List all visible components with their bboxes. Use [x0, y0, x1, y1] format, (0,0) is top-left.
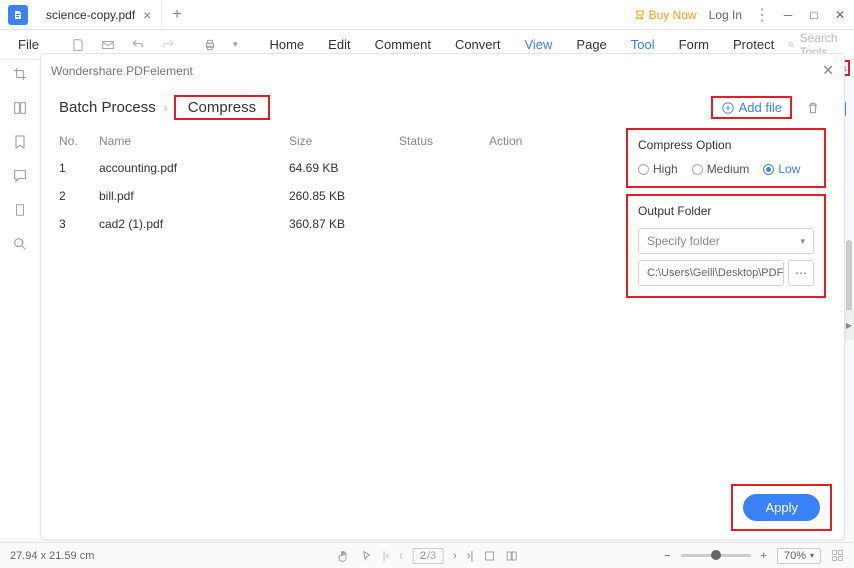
- document-tab[interactable]: science-copy.pdf ×: [36, 0, 162, 29]
- modal-title: Wondershare PDFelement: [51, 64, 193, 78]
- file-table: No. Name Size Status Action 1 accounting…: [59, 128, 608, 483]
- last-page-icon[interactable]: ›|: [467, 550, 474, 562]
- output-folder-label: Output Folder: [638, 204, 814, 218]
- zoom-in-icon[interactable]: +: [761, 550, 767, 562]
- attachment-icon[interactable]: [13, 202, 27, 218]
- menu-comment[interactable]: Comment: [365, 37, 441, 52]
- prev-page-icon[interactable]: ‹: [399, 550, 403, 562]
- crop-tool-icon[interactable]: [12, 66, 28, 82]
- menu-file[interactable]: File: [8, 37, 49, 52]
- hand-tool-icon[interactable]: [337, 549, 351, 563]
- compress-tab[interactable]: Compress: [174, 95, 270, 120]
- tab-close-icon[interactable]: ×: [143, 7, 151, 23]
- chevron-right-icon: ›: [164, 101, 168, 115]
- page-number-input[interactable]: 2 /3: [413, 548, 443, 564]
- chevron-down-icon: ▾: [810, 551, 814, 560]
- cart-icon: [633, 9, 645, 21]
- folder-mode-dropdown[interactable]: Specify folder ▾: [638, 228, 814, 254]
- search-panel-icon[interactable]: [12, 236, 28, 252]
- menu-edit[interactable]: Edit: [318, 37, 360, 52]
- comment-icon[interactable]: [12, 168, 28, 184]
- modal-close-icon[interactable]: ✕: [822, 62, 834, 79]
- redo-icon[interactable]: [155, 38, 181, 52]
- app-icon: [8, 5, 28, 25]
- view-mode-2-icon[interactable]: [505, 550, 517, 562]
- col-action: Action: [489, 134, 549, 148]
- expand-handle[interactable]: ▶: [844, 310, 854, 340]
- save-icon[interactable]: [65, 38, 91, 52]
- col-status: Status: [399, 134, 489, 148]
- minimize-button[interactable]: ─: [782, 8, 794, 22]
- menu-protect[interactable]: Protect: [723, 37, 784, 52]
- col-size: Size: [289, 134, 399, 148]
- menu-home[interactable]: Home: [259, 37, 314, 52]
- output-folder-panel: Output Folder Specify folder ▾ C:\Users\…: [626, 194, 826, 298]
- compress-option-label: Compress Option: [638, 138, 814, 152]
- zoom-out-icon[interactable]: −: [664, 550, 670, 562]
- close-button[interactable]: ✕: [834, 8, 846, 22]
- add-file-button[interactable]: Add file: [721, 100, 782, 115]
- undo-icon[interactable]: [125, 38, 151, 52]
- search-icon: [788, 39, 795, 51]
- zoom-level-dropdown[interactable]: 70% ▾: [777, 548, 821, 564]
- delete-button[interactable]: [800, 101, 826, 115]
- menu-view[interactable]: View: [514, 37, 562, 52]
- fit-page-icon[interactable]: [831, 549, 844, 562]
- thumbnails-icon[interactable]: [12, 100, 28, 116]
- login-link[interactable]: Log In: [709, 8, 742, 22]
- radio-high[interactable]: High: [638, 162, 678, 176]
- browse-folder-button[interactable]: ⋯: [788, 260, 814, 286]
- batch-process-modal: Wondershare PDFelement ✕ Batch Process ›…: [40, 53, 845, 540]
- table-row[interactable]: 1 accounting.pdf 64.69 KB: [59, 154, 608, 182]
- page-dimensions: 27.94 x 21.59 cm: [10, 550, 94, 562]
- table-row[interactable]: 2 bill.pdf 260.85 KB: [59, 182, 608, 210]
- menu-form[interactable]: Form: [669, 37, 719, 52]
- output-path-input[interactable]: C:\Users\Geili\Desktop\PDFelement\O...: [638, 260, 784, 286]
- bookmark-icon[interactable]: [12, 134, 28, 150]
- view-mode-icon[interactable]: [483, 550, 495, 562]
- menu-convert[interactable]: Convert: [445, 37, 511, 52]
- plus-circle-icon: [721, 101, 735, 115]
- maximize-button[interactable]: □: [808, 8, 820, 22]
- menu-tool[interactable]: Tool: [621, 37, 665, 52]
- radio-low[interactable]: Low: [763, 162, 800, 176]
- mail-icon[interactable]: [95, 38, 121, 52]
- compress-option-panel: Compress Option High Medium Low: [626, 128, 826, 188]
- new-tab-button[interactable]: +: [162, 6, 191, 24]
- buy-now-link[interactable]: Buy Now: [633, 8, 697, 22]
- col-no: No.: [59, 134, 99, 148]
- apply-button[interactable]: Apply: [743, 494, 820, 521]
- next-page-icon[interactable]: ›: [453, 550, 457, 562]
- radio-medium[interactable]: Medium: [692, 162, 750, 176]
- chevron-down-icon: ▾: [800, 236, 805, 247]
- zoom-slider[interactable]: [681, 554, 751, 557]
- print-dropdown-icon[interactable]: ▾: [227, 39, 244, 50]
- col-name: Name: [99, 134, 289, 148]
- more-menu-icon[interactable]: ⋮: [754, 5, 770, 25]
- select-tool-icon[interactable]: [361, 549, 373, 563]
- first-page-icon[interactable]: |‹: [383, 550, 390, 562]
- table-row[interactable]: 3 cad2 (1).pdf 360.87 KB: [59, 210, 608, 238]
- print-icon[interactable]: [197, 38, 223, 52]
- batch-process-title: Batch Process: [59, 99, 156, 116]
- menu-page[interactable]: Page: [566, 37, 616, 52]
- tab-filename: science-copy.pdf: [46, 8, 135, 22]
